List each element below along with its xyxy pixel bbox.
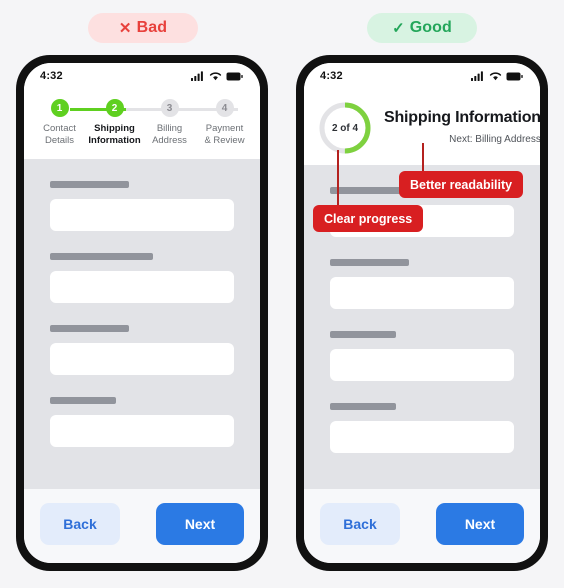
status-bar-good: 4:32 (304, 63, 540, 89)
step-summary-text: Shipping Information Next: Billing Addre… (384, 101, 540, 145)
form-field-4-input[interactable] (330, 421, 514, 453)
stepper-step-4-number: 4 (215, 99, 234, 117)
form-field-2 (50, 253, 234, 303)
form-field-4-input[interactable] (50, 415, 234, 447)
callout-leader-clear-progress (337, 150, 339, 207)
form-field-1-label (50, 181, 130, 188)
progress-ring-label: 2 of 4 (331, 122, 359, 134)
form-field-3-label (330, 331, 397, 338)
signal-icon (191, 71, 203, 81)
form-field-3-input[interactable] (330, 349, 514, 381)
next-button[interactable]: Next (156, 503, 244, 545)
page-title: Shipping Information (384, 109, 540, 126)
comparison-stage: ✕ Bad ✓ Good 4:32 1 Contact Details 2 Sh… (0, 0, 564, 588)
form-field-4 (50, 397, 234, 447)
form-field-3 (50, 325, 234, 375)
form-field-1-input[interactable] (50, 199, 234, 231)
stepper-step-1-label: Contact Details (43, 123, 76, 146)
phone-header-bad: 1 Contact Details 2 Shipping Information… (24, 89, 260, 159)
stepper-step-4-label: Payment & Review (204, 123, 245, 146)
verdict-badge-bad-label: Bad (136, 19, 168, 36)
phone-mockup-good: 4:32 2 of 4 Shipping Information Next: B… (296, 55, 548, 571)
form-field-2 (330, 259, 514, 309)
battery-icon (506, 72, 523, 80)
form-field-2-input[interactable] (330, 277, 514, 309)
form-body-bad (24, 159, 260, 488)
wifi-icon (209, 72, 222, 81)
status-bar-clock: 4:32 (40, 70, 63, 82)
form-field-1-label (330, 187, 410, 194)
form-field-2-label (50, 253, 154, 260)
stepper-step-1[interactable]: 1 Contact Details (32, 99, 87, 147)
back-button[interactable]: Back (320, 503, 400, 545)
form-field-2-input[interactable] (50, 271, 234, 303)
phone-mockup-bad: 4:32 1 Contact Details 2 Shipping Inform… (16, 55, 268, 571)
stepper-step-3-number: 3 (160, 99, 179, 117)
wifi-icon (489, 72, 502, 81)
signal-icon (471, 71, 483, 81)
annotation-better-readability: Better readability (399, 171, 524, 198)
form-field-3-label (50, 325, 130, 332)
back-button[interactable]: Back (40, 503, 120, 545)
cross-icon: ✕ (118, 19, 132, 37)
phone-screen-good: 4:32 2 of 4 Shipping Information Next: B… (304, 63, 540, 563)
status-bar-icons (471, 71, 523, 81)
progress-stepper: 1 Contact Details 2 Shipping Information… (24, 89, 260, 159)
status-bar-bad: 4:32 (24, 63, 260, 89)
next-button[interactable]: Next (436, 503, 524, 545)
stepper-step-2[interactable]: 2 Shipping Information (87, 99, 142, 147)
phone-footer-good: Back Next (304, 488, 540, 563)
callout-leader-better-readability (422, 143, 424, 173)
stepper-step-3[interactable]: 3 Billing Address (142, 99, 197, 147)
phone-screen-bad: 4:32 1 Contact Details 2 Shipping Inform… (24, 63, 260, 563)
form-field-3-input[interactable] (50, 343, 234, 375)
verdict-badge-good: ✓ Good (367, 13, 477, 43)
check-icon: ✓ (392, 19, 405, 37)
stepper-step-2-number: 2 (105, 99, 124, 117)
stepper-step-4[interactable]: 4 Payment & Review (197, 99, 252, 147)
phone-footer-bad: Back Next (24, 488, 260, 563)
form-field-4-label (330, 403, 397, 410)
stepper-step-1-number: 1 (50, 99, 69, 117)
form-field-2-label (330, 259, 410, 266)
verdict-badge-bad: ✕ Bad (88, 13, 198, 43)
form-field-1 (50, 181, 234, 231)
next-step-hint: Next: Billing Address (449, 134, 540, 145)
form-field-3 (330, 331, 514, 381)
form-field-4-label (50, 397, 117, 404)
form-field-4 (330, 403, 514, 453)
progress-ring: 2 of 4 (318, 101, 372, 155)
battery-icon (226, 72, 243, 80)
verdict-badge-good-label: Good (409, 19, 452, 36)
stepper-step-3-label: Billing Address (152, 123, 187, 146)
annotation-clear-progress: Clear progress (313, 205, 424, 232)
stepper-step-2-label: Shipping Information (88, 123, 141, 146)
status-bar-clock: 4:32 (320, 70, 343, 82)
status-bar-icons (191, 71, 243, 81)
